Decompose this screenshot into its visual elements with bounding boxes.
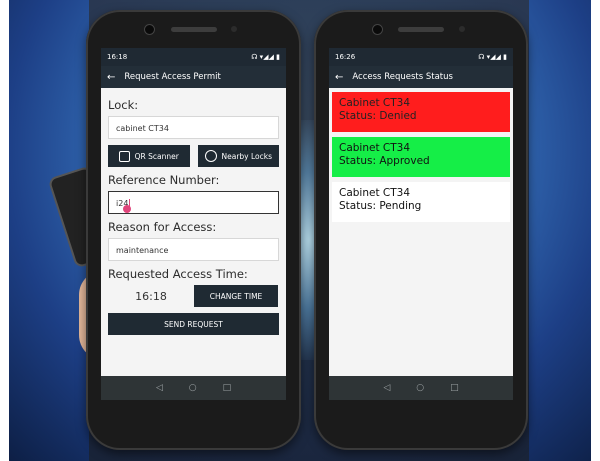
app-bar: ← Access Requests Status [329,66,513,88]
sensor [231,26,237,32]
search-icon [204,150,217,162]
qr-code-icon [118,150,130,162]
reason-input[interactable]: maintenance [108,238,279,261]
recents-nav-icon[interactable]: □ [223,383,232,393]
lock-input[interactable]: cabinet CT34 [108,116,279,139]
send-request-button[interactable]: SEND REQUEST [108,313,279,335]
reference-input[interactable]: i24 [108,191,279,214]
status-icons: ☊ ▾◢◢ ▮ [251,53,280,61]
request-card-approved[interactable]: Cabinet CT34 Status: Approved [332,137,510,177]
time-value: 16:18 [135,289,167,303]
lock-buttons: QR Scanner Nearby Locks [108,145,279,167]
back-arrow-icon[interactable]: ← [335,72,343,83]
nearby-locks-label: Nearby Locks [221,151,273,161]
phone-left: 16:18 ☊ ▾◢◢ ▮ ← Request Access Permit Lo… [86,10,301,450]
recents-nav-icon[interactable]: □ [450,383,459,393]
request-lock: Cabinet CT34 [339,97,411,109]
back-nav-icon[interactable]: ◁ [383,383,390,393]
request-status: Status: Denied [339,110,417,122]
page-title: Access Requests Status [352,72,453,82]
time-row: 16:18 CHANGE TIME [108,285,279,307]
status-icons: ☊ ▾◢◢ ▮ [478,53,507,61]
nav-bar: ◁ ○ □ [101,376,286,400]
lock-label: Lock: [108,98,139,112]
request-lock: Cabinet CT34 [339,142,411,154]
request-list: Cabinet CT34 Status: Denied Cabinet CT34… [329,88,513,231]
speaker [398,27,444,32]
screen-status: 16:26 ☊ ▾◢◢ ▮ ← Access Requests Status C… [329,48,513,400]
sensor [459,26,465,32]
app-bar: ← Request Access Permit [101,66,286,88]
back-arrow-icon[interactable]: ← [107,72,115,83]
screen-request: 16:18 ☊ ▾◢◢ ▮ ← Request Access Permit Lo… [101,48,286,400]
phone-right: 16:26 ☊ ▾◢◢ ▮ ← Access Requests Status C… [314,10,528,450]
request-form: Lock: cabinet CT34 QR Scanner Nearby Loc… [101,88,286,343]
nearby-locks-button[interactable]: Nearby Locks [197,145,279,167]
front-camera [144,24,155,35]
reference-label: Reference Number: [108,173,220,187]
request-status: Status: Approved [339,155,430,167]
reason-label: Reason for Access: [108,220,217,234]
home-nav-icon[interactable]: ○ [416,383,424,393]
status-bar: 16:26 ☊ ▾◢◢ ▮ [329,48,513,66]
home-nav-icon[interactable]: ○ [189,383,197,393]
request-card-denied[interactable]: Cabinet CT34 Status: Denied [332,92,510,132]
time-label: Requested Access Time: [108,267,248,281]
page-title: Request Access Permit [124,72,221,82]
change-time-button[interactable]: CHANGE TIME [194,285,278,307]
qr-scanner-button[interactable]: QR Scanner [108,145,190,167]
cursor-handle[interactable] [123,205,131,213]
front-camera [372,24,383,35]
qr-scanner-label: QR Scanner [134,151,179,161]
status-time: 16:18 [107,53,128,61]
nav-bar: ◁ ○ □ [329,376,513,400]
speaker [170,27,217,32]
request-card-pending[interactable]: Cabinet CT34 Status: Pending [332,182,510,222]
status-time: 16:26 [335,53,356,61]
back-nav-icon[interactable]: ◁ [156,383,163,393]
status-bar: 16:18 ☊ ▾◢◢ ▮ [101,48,286,66]
request-lock: Cabinet CT34 [339,187,411,199]
request-status: Status: Pending [339,200,422,212]
